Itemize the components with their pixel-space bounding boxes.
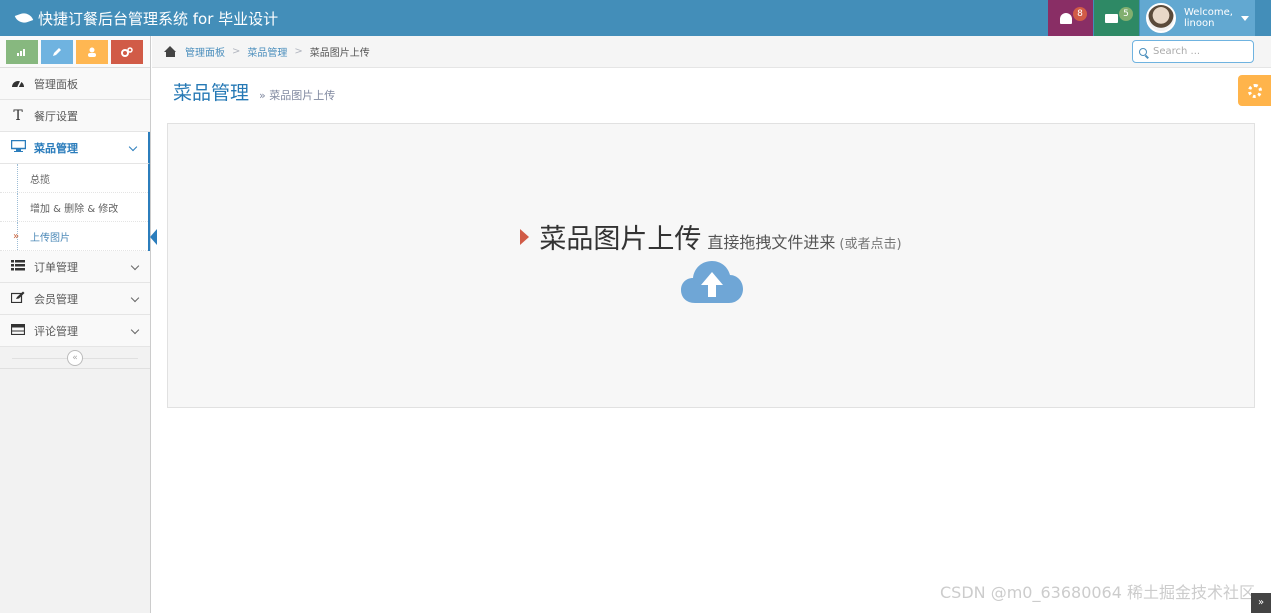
breadcrumb-link-dish-management[interactable]: 菜品管理 xyxy=(247,44,287,59)
sidebar-item-label: 菜品管理 xyxy=(34,141,78,155)
user-menu-button[interactable]: Welcome, linoon xyxy=(1140,0,1255,36)
watermark: CSDN @m0_63680064 稀土掘金技术社区 xyxy=(940,583,1255,602)
nav-search xyxy=(1132,40,1254,63)
shortcut-signal-button[interactable] xyxy=(6,39,38,64)
top-navbar: 快捷订餐后台管理系统 for 毕业设计 8 5 Welcome, linoon xyxy=(0,0,1271,36)
submenu-item-label: 总揽 xyxy=(30,174,50,186)
envelope-icon xyxy=(1105,13,1118,23)
sidebar-item-label: 评论管理 xyxy=(34,324,78,338)
chevron-down-icon xyxy=(128,142,138,152)
welcome-label: Welcome, xyxy=(1184,7,1233,18)
table-icon xyxy=(10,323,26,338)
sidebar-menu: 管理面板 T 餐厅设置 菜品管理 xyxy=(0,68,150,164)
sidebar-collapse-button[interactable]: « xyxy=(67,349,83,366)
sidebar-item-order-management[interactable]: 订单管理 xyxy=(0,251,150,283)
dropzone-title: 菜品图片上传 xyxy=(539,224,702,255)
page-title: 菜品管理 xyxy=(173,82,250,104)
edit-icon xyxy=(10,291,26,306)
username-label: linoon xyxy=(1184,18,1215,29)
search-icon xyxy=(1139,47,1147,56)
gear-icon xyxy=(1247,83,1262,98)
ace-settings-button[interactable] xyxy=(1238,75,1271,106)
sidebar-item-dish-management[interactable]: 菜品管理 xyxy=(0,132,150,164)
chevron-down-icon xyxy=(130,293,140,303)
avatar xyxy=(1146,3,1176,33)
cogs-icon xyxy=(121,46,133,57)
sidebar-item-label: 餐厅设置 xyxy=(34,109,78,123)
sidebar-menu-rest: 订单管理 会员管理 评论管理 xyxy=(0,251,150,347)
active-indicator xyxy=(150,229,157,245)
submenu-item-add-delete-edit[interactable]: 增加 & 删除 & 修改 xyxy=(0,193,148,222)
text-icon: T xyxy=(13,107,23,124)
search-input[interactable] xyxy=(1153,46,1249,57)
shortcut-cogs-button[interactable] xyxy=(111,39,143,64)
breadcrumb-separator: > xyxy=(232,46,241,57)
bell-icon xyxy=(1059,12,1072,24)
sidebar-shortcuts xyxy=(0,36,150,68)
sidebar-item-label: 管理面板 xyxy=(34,77,78,91)
pencil-icon xyxy=(53,47,61,56)
dropzone-line: 菜品图片上传 直接拖拽文件进来 (或者点击) xyxy=(520,217,902,256)
submenu-item-upload-images[interactable]: » 上传图片 xyxy=(0,222,157,251)
image-upload-dropzone[interactable]: 菜品图片上传 直接拖拽文件进来 (或者点击) xyxy=(167,123,1255,408)
cloud-upload-icon xyxy=(681,261,743,303)
group-icon xyxy=(88,47,96,57)
submenu-item-overview[interactable]: 总揽 xyxy=(0,164,148,193)
notifications-badge: 8 xyxy=(1073,7,1087,21)
leaf-icon xyxy=(14,10,34,26)
shortcut-pencil-button[interactable] xyxy=(41,39,73,64)
submenu-item-label: 上传图片 xyxy=(30,232,70,244)
home-icon[interactable] xyxy=(164,46,177,57)
sidebar-item-dashboard[interactable]: 管理面板 xyxy=(0,68,150,100)
dropzone-message: 菜品图片上传 直接拖拽文件进来 (或者点击) xyxy=(168,217,1254,256)
sidebar-item-label: 会员管理 xyxy=(34,292,78,306)
signal-icon xyxy=(17,49,25,56)
sidebar: 管理面板 T 餐厅设置 菜品管理 总揽 增加 & 删除 & 修改 » 上传图片 xyxy=(0,36,157,613)
user-info: Welcome, linoon xyxy=(1184,7,1233,29)
submenu-item-label: 增加 & 删除 & 修改 xyxy=(30,203,119,215)
brand-title: 快捷订餐后台管理系统 for 毕业设计 xyxy=(38,9,279,28)
brand[interactable]: 快捷订餐后台管理系统 for 毕业设计 xyxy=(14,0,279,36)
caret-down-icon xyxy=(1240,15,1249,21)
breadcrumb-current: 菜品图片上传 xyxy=(309,48,370,59)
sidebar-item-comment-management[interactable]: 评论管理 xyxy=(0,315,150,347)
chevron-down-icon xyxy=(130,325,140,335)
page-subtitle: » 菜品图片上传 xyxy=(259,89,336,102)
sidebar-item-restaurant-settings[interactable]: T 餐厅设置 xyxy=(0,100,150,132)
scroll-top-button[interactable]: » xyxy=(1251,593,1271,613)
caret-right-icon xyxy=(520,228,530,245)
sidebar-item-member-management[interactable]: 会员管理 xyxy=(0,283,150,315)
notifications-button[interactable]: 8 xyxy=(1048,0,1093,36)
sidebar-submenu-dish: 总揽 增加 & 删除 & 修改 » 上传图片 xyxy=(0,164,157,251)
messages-badge: 5 xyxy=(1119,7,1133,21)
breadcrumb: 管理面板 > 菜品管理 > 菜品图片上传 xyxy=(152,36,1271,68)
double-angle-right-icon: » xyxy=(13,230,20,242)
page-header: 菜品管理 » 菜品图片上传 xyxy=(173,78,335,105)
sidebar-item-label: 订单管理 xyxy=(34,260,78,274)
breadcrumb-separator: > xyxy=(294,46,303,57)
shortcut-group-button[interactable] xyxy=(76,39,108,64)
dropzone-hint: (或者点击) xyxy=(839,237,902,252)
desktop-icon xyxy=(10,139,26,155)
navbar-right: 8 5 Welcome, linoon xyxy=(1048,0,1255,36)
chevron-down-icon xyxy=(130,261,140,271)
sidebar-collapse-bar: « xyxy=(0,347,150,369)
list-icon xyxy=(10,259,26,274)
messages-button[interactable]: 5 xyxy=(1094,0,1139,36)
dashboard-icon xyxy=(10,77,26,91)
breadcrumb-link-dashboard[interactable]: 管理面板 xyxy=(185,44,225,59)
dropzone-description: 直接拖拽文件进来 xyxy=(707,233,836,252)
